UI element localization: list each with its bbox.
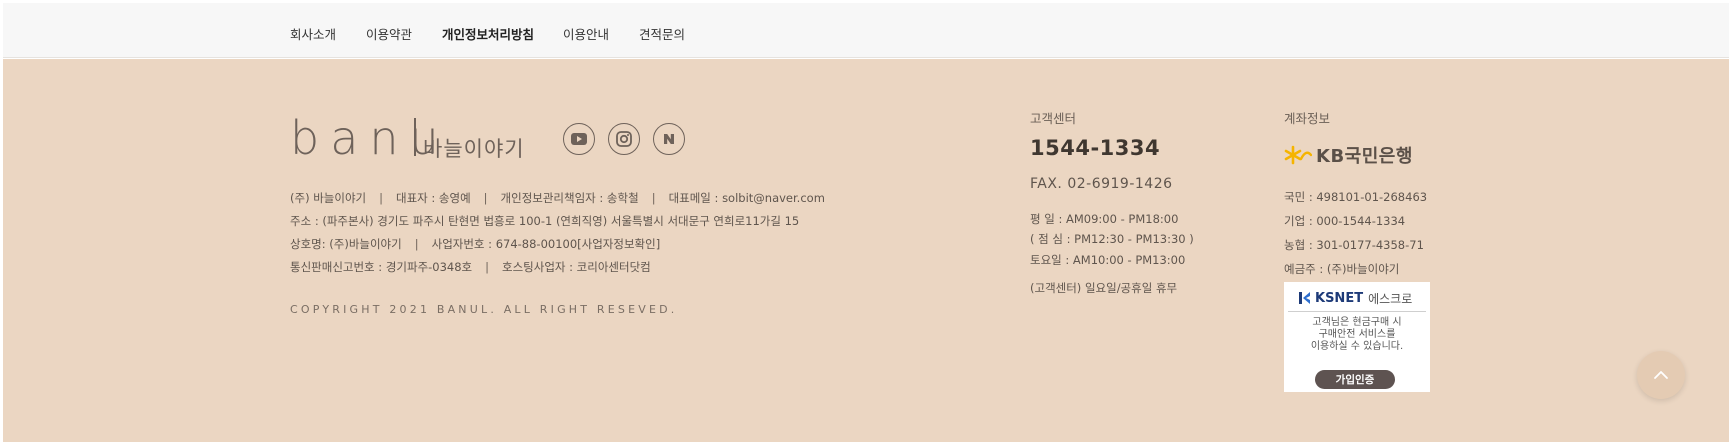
hours-holiday: (고객센터) 일요일/공휴일 휴무 <box>1030 281 1178 295</box>
nav-terms[interactable]: 이용약관 <box>366 24 412 43</box>
company-info-line-4: 통신판매신고번호 : 경기파주-0348호 | 호스팅사업자 : 코리아센터닷컴 <box>290 259 651 275</box>
info-separator: | <box>483 191 488 205</box>
kb-bank-name: KB국민은행 <box>1316 146 1413 167</box>
company-info-line-3: 상호명: (주)바늘이야기 | 사업자번호 : 674-88-00100[사업자정보… <box>290 236 660 252</box>
account-holder: 예금주 : (주)바늘이야기 <box>1284 262 1400 276</box>
hosting-provider: 호스팅사업자 : 코리아센터닷컴 <box>502 260 651 274</box>
business-number-link[interactable]: 사업자번호 : 674-88-00100[사업자정보확인] <box>432 237 661 251</box>
account-kookmin: 국민 : 498101-01-268463 <box>1284 190 1428 204</box>
account-info-title: 계좌정보 <box>1284 111 1331 126</box>
escrow-text-line: 구매안전 서비스를 <box>1318 329 1396 340</box>
ksnet-escrow-badge[interactable]: KSNET 에스크로 고객님은 현금구매 시 구매안전 서비스를 이용하실 수 … <box>1284 282 1430 392</box>
escrow-header: KSNET 에스크로 <box>1288 285 1426 312</box>
customer-center-fax: FAX. 02-6919-1426 <box>1030 176 1173 192</box>
logo-subtitle: 바늘이야기 <box>423 137 525 161</box>
account-ibk: 기업 : 000-1544-1334 <box>1284 214 1406 228</box>
nav-usage-guide[interactable]: 이용안내 <box>563 24 609 43</box>
info-separator: | <box>651 191 656 205</box>
top-navigation: 회사소개 이용약관 개인정보처리방침 이용안내 견적문의 <box>3 3 1729 58</box>
nav-privacy-policy[interactable]: 개인정보처리방침 <box>442 24 534 43</box>
instagram-icon[interactable] <box>608 123 640 155</box>
escrow-description: 고객님은 현금구매 시 구매안전 서비스를 이용하실 수 있습니다. <box>1284 317 1430 353</box>
nav-quote-inquiry[interactable]: 견적문의 <box>639 24 685 43</box>
company-address: 주소 : (파주본사) 경기도 파주시 탄현면 법흥로 100-1 (연희직영)… <box>290 214 800 228</box>
customer-center-phone: 1544-1334 <box>1030 136 1161 160</box>
escrow-label: 에스크로 <box>1368 291 1413 306</box>
copyright: COPYRIGHT 2021 BANUL. ALL RIGHT RESEVED. <box>290 303 678 316</box>
scroll-top-button[interactable] <box>1637 351 1685 399</box>
naver-icon[interactable] <box>653 123 685 155</box>
company-email: 대표메일 : solbit@naver.com <box>668 191 825 205</box>
escrow-text-line: 고객님은 현금구매 시 <box>1312 317 1402 328</box>
company-name: (주) 바늘이야기 <box>290 191 367 205</box>
footer: banu 바늘이야기 (주) 바늘이야기 | 대표자 : 송영예 | 개인정보관리책임자… <box>3 59 1729 442</box>
youtube-icon[interactable] <box>563 123 595 155</box>
ecommerce-registration: 통신판매신고번호 : 경기파주-0348호 <box>290 260 473 274</box>
hours-weekday: 평 일 : AM09:00 - PM18:00 <box>1030 212 1179 226</box>
logo-divider <box>414 118 416 156</box>
hours-saturday: 토요일 : AM10:00 - PM13:00 <box>1030 253 1186 267</box>
hours-lunch: ( 점 심 : PM12:30 - PM13:30 ) <box>1030 232 1194 246</box>
kb-star-icon <box>1284 145 1312 165</box>
escrow-verify-button[interactable]: 가입인증 <box>1315 370 1395 389</box>
chevron-up-icon <box>1654 371 1668 379</box>
privacy-officer: 개인정보관리책임자 : 송학철 <box>500 191 639 205</box>
nav-company-intro[interactable]: 회사소개 <box>290 24 336 43</box>
account-nh: 농협 : 301-0177-4358-71 <box>1284 238 1424 252</box>
info-separator: | <box>485 260 490 274</box>
info-separator: | <box>379 191 383 205</box>
ksnet-brand: KSNET <box>1315 290 1364 306</box>
ceo-name: 대표자 : 송영예 <box>395 191 471 205</box>
kb-bank-logo: KB국민은행 <box>1284 144 1413 167</box>
info-separator: | <box>414 237 419 251</box>
escrow-text-line: 이용하실 수 있습니다. <box>1310 341 1404 352</box>
trade-name: 상호명: (주)바늘이야기 <box>290 237 402 251</box>
customer-center-title: 고객센터 <box>1030 111 1077 126</box>
company-info-line-1: (주) 바늘이야기 | 대표자 : 송영예 | 개인정보관리책임자 : 송학철 | 대표메일… <box>290 190 825 206</box>
ksnet-logo-icon <box>1299 292 1310 304</box>
